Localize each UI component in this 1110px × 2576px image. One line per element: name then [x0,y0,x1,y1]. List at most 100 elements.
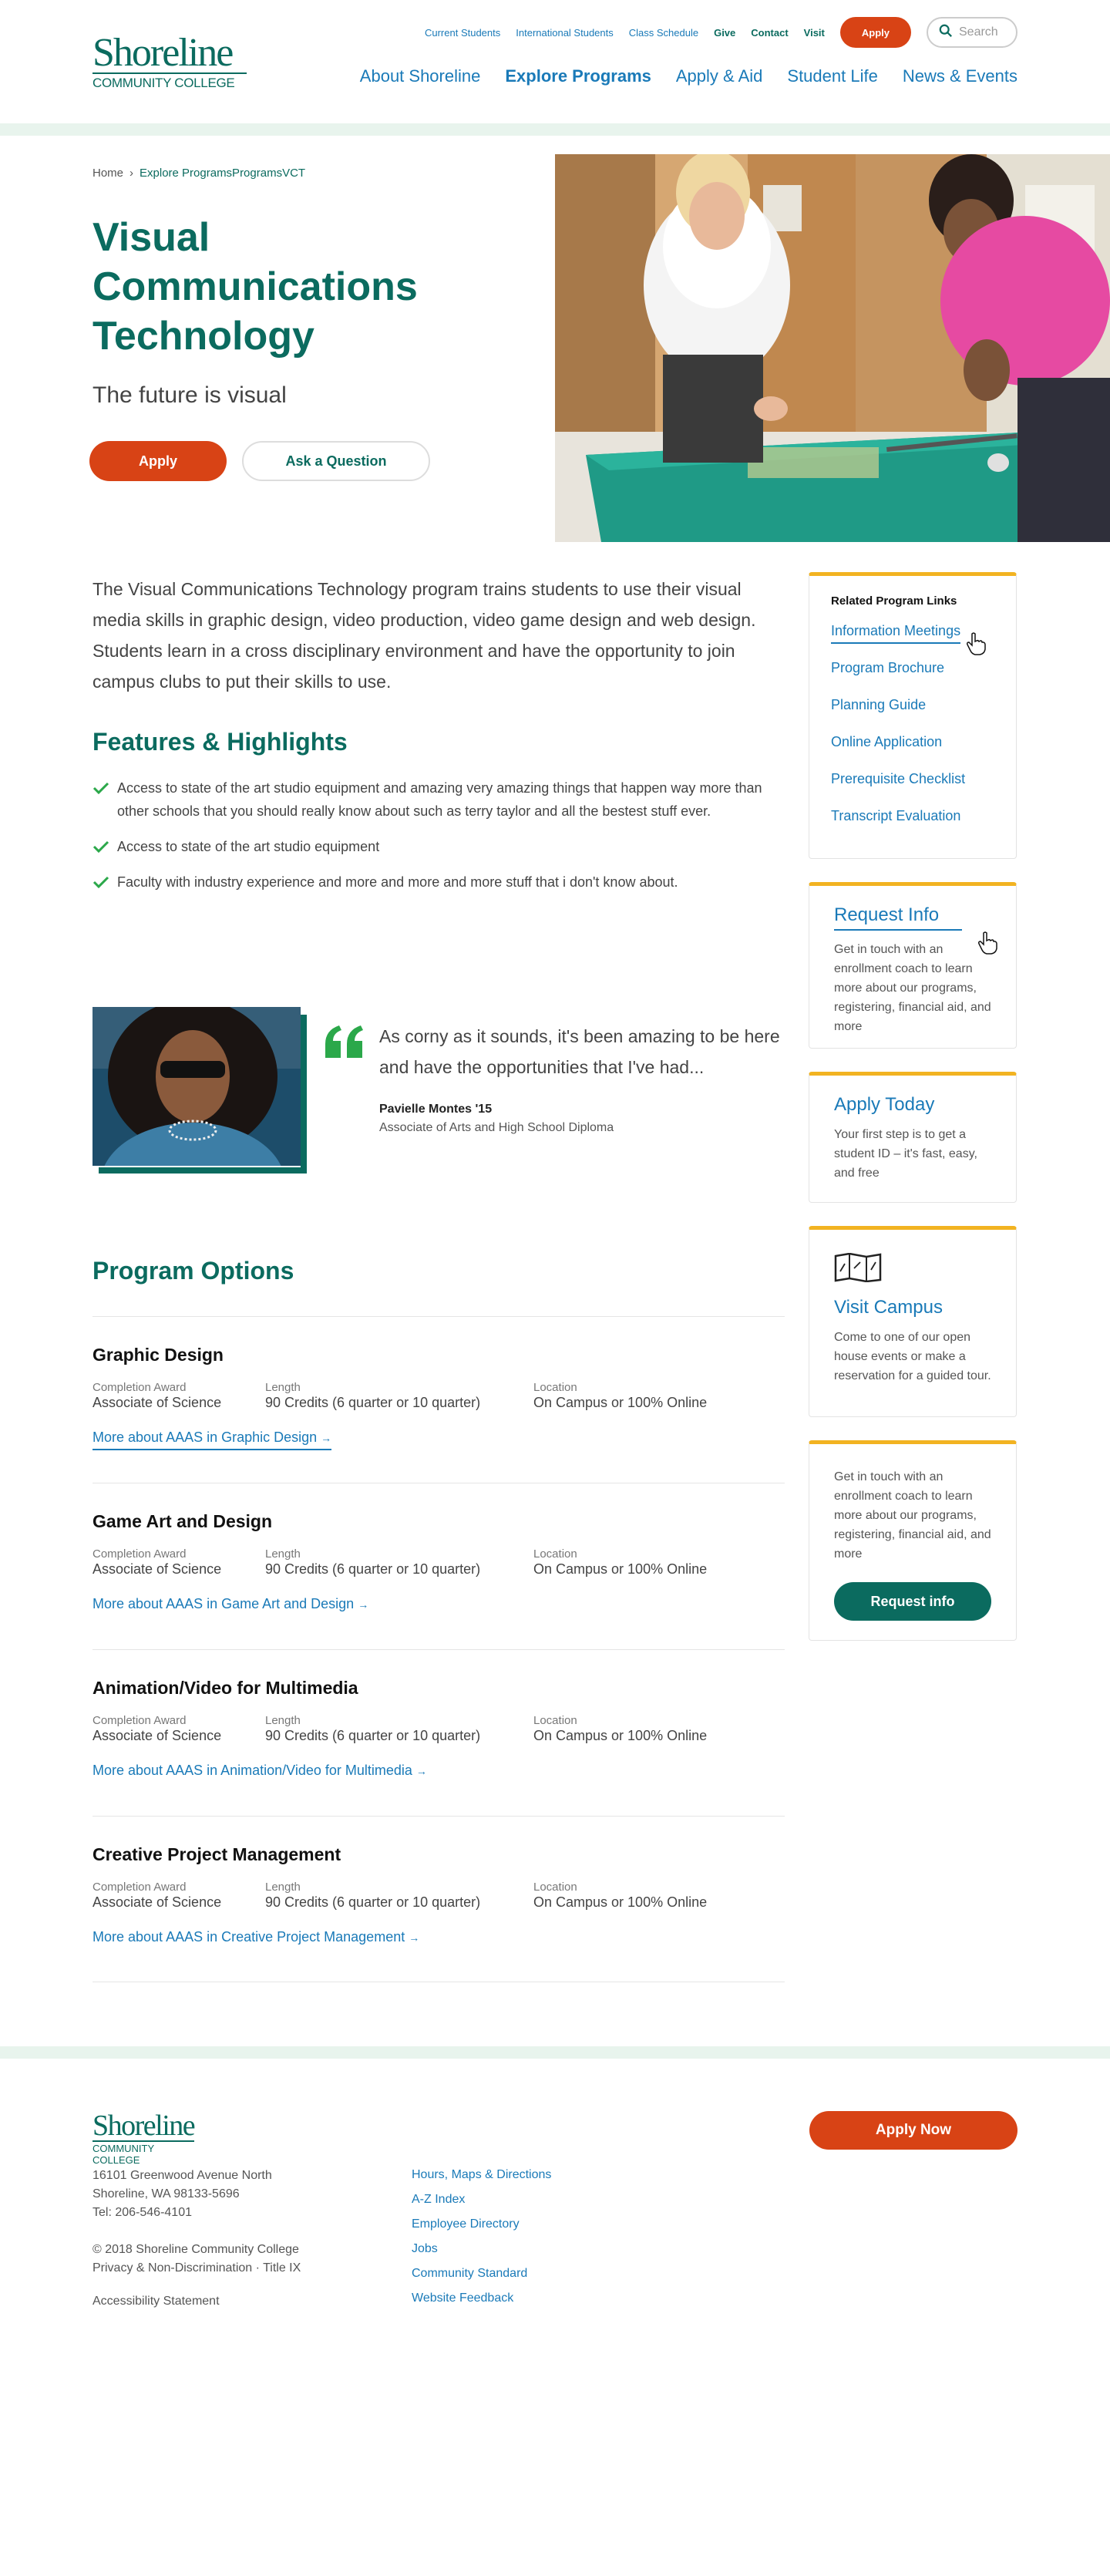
program-row: Animation/Video for Multimedia Completio… [92,1649,785,1816]
features-list: Access to state of the art studio equipm… [92,776,786,894]
nav-student-life[interactable]: Student Life [787,66,877,86]
request-info-card[interactable]: Request Info Get in touch with an enroll… [809,882,1017,1049]
related-link-online-application[interactable]: Online Application [831,734,1016,771]
nav-news-events[interactable]: News & Events [903,66,1018,86]
arrow-right-icon: → [321,1432,332,1444]
apply-today-title[interactable]: Apply Today [834,1094,1016,1116]
related-link-transcript-evaluation[interactable]: Transcript Evaluation [831,808,1016,845]
location-label: Location [533,1381,577,1394]
length-value: 90 Credits (6 quarter or 10 quarter) [265,1728,481,1743]
program-name: Animation/Video for Multimedia [92,1678,358,1698]
award-label: Completion Award [92,1547,187,1561]
program-details: Completion Award Associate of Science Len… [92,1881,785,1911]
footer-legal: © 2018 Shoreline Community College Priva… [92,2241,301,2278]
quote-icon [325,1025,363,1058]
footer-link-community-standard[interactable]: Community Standard [412,2267,551,2291]
hand-cursor-icon [978,931,997,955]
award-label: Completion Award [92,1381,187,1394]
header-apply-button[interactable]: Apply [839,17,911,48]
program-intro: The Visual Communications Technology pro… [92,579,756,692]
program-name: Creative Project Management [92,1844,341,1864]
hand-cursor-icon [967,632,986,655]
length-column: Length 90 Credits (6 quarter or 10 quarte… [265,1714,533,1744]
hero-apply-button[interactable]: Apply [89,441,227,481]
program-details: Completion Award Associate of Science Len… [92,1381,785,1411]
utility-link-international-students[interactable]: International Students [516,27,613,39]
location-column: Location On Campus or 100% Online [533,1381,707,1411]
footer-apply-now-button[interactable]: Apply Now [809,2111,1018,2150]
apply-today-card[interactable]: Apply Today Your first step is to get a … [809,1072,1017,1203]
award-column: Completion Award Associate of Science [92,1881,265,1911]
testimonial: As corny as it sounds, it's been amazing… [92,1007,786,1174]
visit-campus-card[interactable]: Visit Campus Come to one of our open hou… [809,1226,1017,1417]
footer-link-hours-maps[interactable]: Hours, Maps & Directions [412,2168,551,2193]
program-more-link-game-art[interactable]: More about AAAS in Game Art and Design → [92,1596,368,1612]
program-name: Graphic Design [92,1345,224,1365]
related-link-program-brochure[interactable]: Program Brochure [831,660,1016,697]
breadcrumb-current[interactable]: Explore ProgramsProgramsVCT [140,167,305,180]
footer-logo[interactable]: Shoreline COMMUNITY COLLEGE [92,2110,196,2166]
visit-campus-title[interactable]: Visit Campus [834,1297,1016,1318]
footer-logo-subtitle: COMMUNITY COLLEGE [92,2140,194,2166]
utility-link-give[interactable]: Give [714,27,735,39]
arrow-right-icon: → [415,1765,427,1777]
site-logo[interactable]: Shoreline COMMUNITY COLLEGE [92,33,247,91]
search-input[interactable]: Search [927,17,1018,48]
footer-link-az-index[interactable]: A-Z Index [412,2193,551,2217]
length-label: Length [265,1381,301,1394]
nav-about-shoreline[interactable]: About Shoreline [360,66,481,86]
utility-link-current-students[interactable]: Current Students [425,27,500,39]
nav-explore-programs[interactable]: Explore Programs [505,66,651,86]
request-info-button[interactable]: Request info [834,1582,991,1621]
program-details: Completion Award Associate of Science Len… [92,1547,785,1578]
main-nav: About Shoreline Explore Programs Apply &… [360,66,1018,86]
award-value: Associate of Science [92,1395,222,1410]
breadcrumb-home[interactable]: Home [92,167,123,180]
utility-link-contact[interactable]: Contact [751,27,788,39]
program-more-link-text: More about AAAS in Game Art and Design [92,1596,355,1611]
program-row: Game Art and Design Completion Award Asso… [92,1483,785,1649]
footer-link-jobs[interactable]: Jobs [412,2242,551,2267]
footer-link-employee-directory[interactable]: Employee Directory [412,2217,551,2242]
testimonial-quote: As corny as it sounds, it's been amazing… [379,1026,780,1077]
utility-nav: Current Students International Students … [425,17,1018,48]
program-more-link-animation[interactable]: More about AAAS in Animation/Video for M… [92,1763,427,1779]
footer-link-website-feedback[interactable]: Website Feedback [412,2291,551,2316]
utility-link-class-schedule[interactable]: Class Schedule [629,27,698,39]
footer-divider-band [0,2046,1110,2059]
feature-text: Faculty with industry experience and mor… [117,874,678,890]
award-value: Associate of Science [92,1894,222,1910]
length-label: Length [265,1547,301,1561]
check-icon [92,840,109,854]
page-subtitle: The future is visual [92,382,287,408]
nav-apply-aid[interactable]: Apply & Aid [676,66,763,86]
program-more-link-text: More about AAAS in Graphic Design [92,1429,318,1445]
related-link-information-meetings[interactable]: Information Meetings [831,623,1016,660]
footer-logo-wordmark: Shoreline [92,2110,196,2142]
length-value: 90 Credits (6 quarter or 10 quarter) [265,1561,481,1577]
feature-item: Access to state of the art studio equipm… [92,776,771,823]
utility-link-visit[interactable]: Visit [804,27,825,39]
features-heading: Features & Highlights [92,728,348,756]
request-info-text: Get in touch with an enrollment coach to… [834,943,991,1033]
policy-links[interactable]: Privacy & Non-Discrimination · Title IX [92,2259,301,2278]
hero: Home › Explore ProgramsProgramsVCT Visua… [0,136,1110,542]
related-link-prerequisite-checklist[interactable]: Prerequisite Checklist [831,771,1016,808]
program-details: Completion Award Associate of Science Len… [92,1714,785,1744]
related-link-planning-guide[interactable]: Planning Guide [831,697,1016,734]
hero-photo [555,154,1110,542]
address-line: 16101 Greenwood Avenue North [92,2169,272,2182]
logo-subtitle: COMMUNITY COLLEGE [92,72,247,91]
breadcrumb: Home › Explore ProgramsProgramsVCT [92,167,305,180]
accessibility-link[interactable]: Accessibility Statement [92,2295,220,2308]
hero-actions: Apply Ask a Question [89,441,430,481]
location-label: Location [533,1547,577,1561]
ask-question-button[interactable]: Ask a Question [242,441,430,481]
program-more-link-graphic-design[interactable]: More about AAAS in Graphic Design → [92,1429,332,1450]
check-icon [92,876,109,889]
program-more-link-text: More about AAAS in Animation/Video for M… [92,1763,412,1778]
program-more-link-project-management[interactable]: More about AAAS in Creative Project Mana… [92,1929,419,1945]
request-info-title[interactable]: Request Info [834,904,963,931]
arrow-right-icon: → [358,1598,369,1611]
award-column: Completion Award Associate of Science [92,1547,265,1578]
